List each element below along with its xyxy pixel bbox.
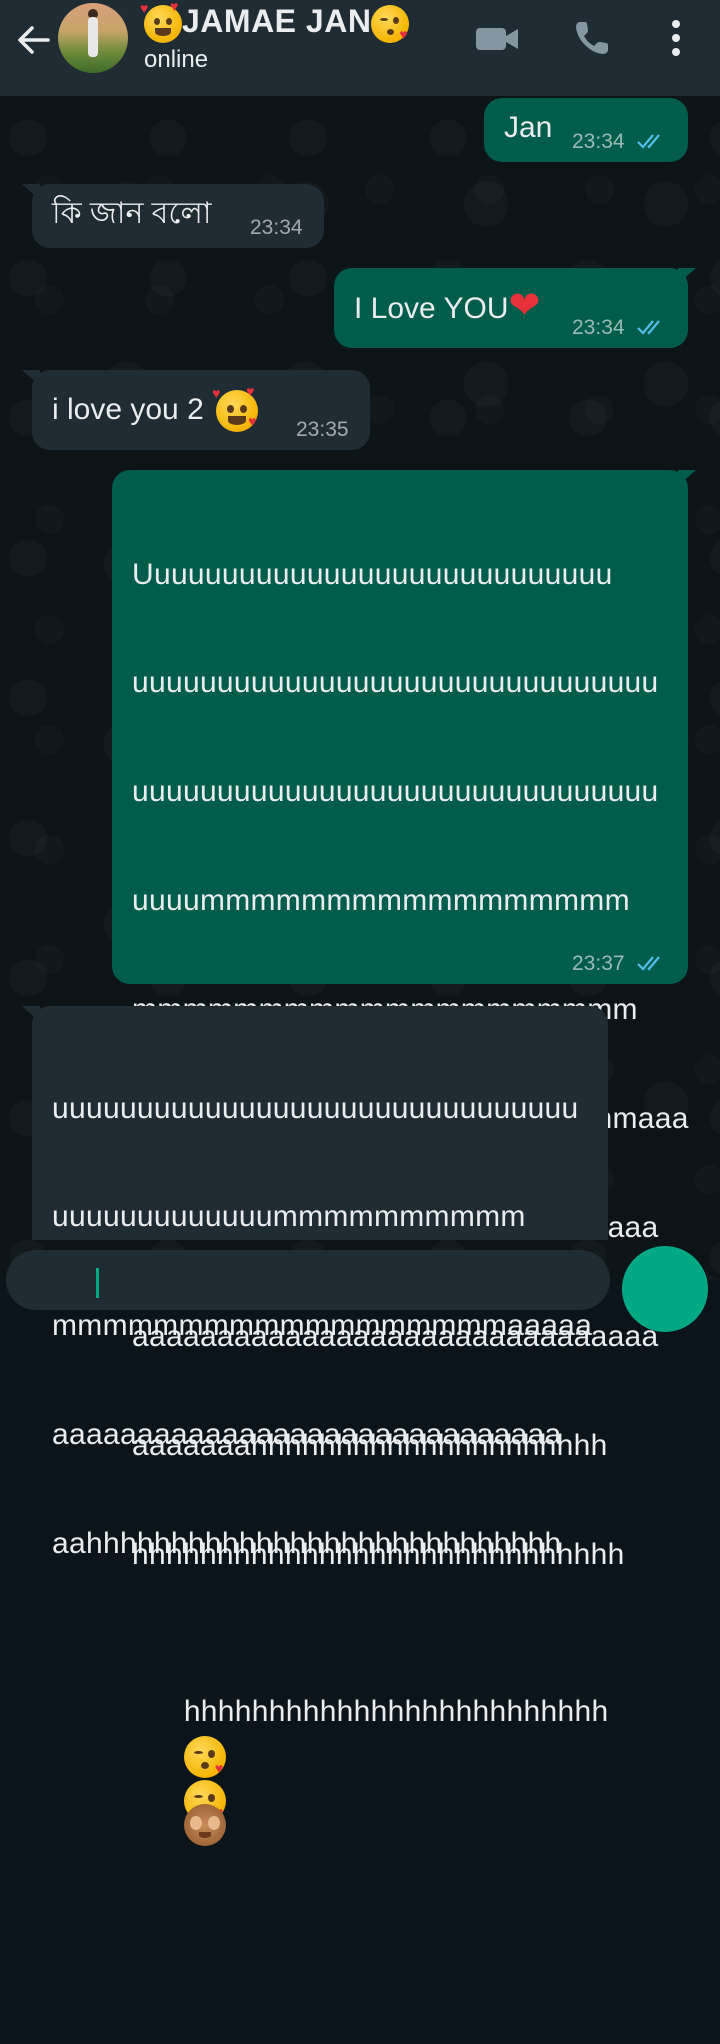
message-outgoing[interactable]: I Love YOU❤ 23:34: [334, 268, 696, 348]
message-time: 23:34: [572, 316, 625, 339]
bubble-tail: [22, 1006, 40, 1022]
message-outgoing[interactable]: Jan 23:34: [484, 98, 688, 162]
composer-bar: [0, 1244, 720, 1332]
read-receipt-icon: [637, 956, 660, 971]
message-text: Jan: [504, 111, 553, 144]
message-line: uuuuuuuuuuuuuuuuuuuuuuuuuuuuuuu: [132, 775, 659, 809]
message-line: hhhhhhhhh: [104, 1672, 257, 1675]
video-camera-icon[interactable]: [474, 22, 520, 56]
text-cursor: [96, 1268, 99, 1298]
bubble-tail: [22, 184, 40, 200]
message-text: I Love YOU: [354, 292, 509, 325]
message-time: 23:37: [572, 952, 625, 975]
message-time: 23:34: [572, 130, 625, 153]
arrow-left-icon[interactable]: [14, 22, 54, 58]
message-line: uuuummmmmmmmmmmmmmmmm: [132, 884, 630, 918]
phone-icon[interactable]: [572, 18, 612, 58]
message-input[interactable]: [6, 1250, 610, 1310]
message-text-block: uuuuuuuuuuuuuuuuuuuuuuuuuuuuuuu uuuuuuuu…: [52, 1018, 592, 1748]
message-text-container: I Love YOU❤: [354, 285, 541, 327]
contact-name-text: JAMAE JAN: [182, 3, 372, 39]
chat-header: ♥ ♥ JAMAE JAN ♥ online: [0, 0, 720, 96]
red-heart-emoji: ❤: [508, 285, 541, 327]
see-no-evil-monkey-emoji: [183, 1804, 226, 1847]
message-incoming[interactable]: i love you 2 ♥ ♥ ♥ 23:35: [22, 370, 370, 450]
message-incoming[interactable]: কি জান বলো 23:34: [22, 184, 324, 248]
avatar[interactable]: [58, 3, 128, 73]
message-text: কি জান বলো: [52, 197, 212, 230]
message-line: uuuuuuuuuuuuuuuuuuuuuuuuuuuuuuu: [132, 666, 659, 700]
mic-button[interactable]: [622, 1246, 708, 1332]
smiling-face-with-hearts-emoji: ♥ ♥: [140, 0, 182, 43]
message-incoming[interactable]: uuuuuuuuuuuuuuuuuuuuuuuuuuuuuuu uuuuuuuu…: [22, 1006, 608, 1675]
contact-name[interactable]: ♥ ♥ JAMAE JAN ♥: [140, 0, 410, 43]
message-text-container: i love you 2 ♥ ♥ ♥: [52, 384, 259, 432]
message-line: uuuuuuuuuuuuummmmmmmmmm: [52, 1200, 526, 1234]
message-line: aahhhhhhhhhhhhhhhhhhhhhhhhhhhh: [52, 1527, 562, 1561]
read-receipt-icon: [637, 134, 660, 149]
read-receipt-icon: [637, 320, 660, 335]
contact-status: online: [144, 46, 209, 73]
message-line: uuuuuuuuuuuuuuuuuuuuuuuuuuuuuuu: [52, 1091, 579, 1125]
message-line: mmmmmmmmmmmmmmmmmmaaaaa: [52, 1309, 593, 1343]
bubble-tail: [22, 370, 40, 386]
message-time: 23:34: [250, 216, 303, 239]
more-vertical-icon[interactable]: [662, 18, 690, 58]
message-outgoing[interactable]: Uuuuuuuuuuuuuuuuuuuuuuuuuuuu uuuuuuuuuuu…: [112, 470, 696, 1847]
smiling-face-with-hearts-emoji: ♥ ♥ ♥: [212, 384, 259, 432]
message-line: aaaaaaaaaaaaaaaaaaaaaaaaaaaaaa: [52, 1418, 562, 1452]
message-text: i love you 2: [52, 392, 204, 426]
face-blowing-kiss-emoji: ♥: [371, 4, 410, 43]
message-line: Uuuuuuuuuuuuuuuuuuuuuuuuuuuu: [132, 557, 613, 591]
message-time: 23:35: [296, 418, 349, 441]
message-line-with-emoji: hhhhhhhhh: [52, 1635, 592, 1675]
bubble-tail: [678, 268, 696, 284]
